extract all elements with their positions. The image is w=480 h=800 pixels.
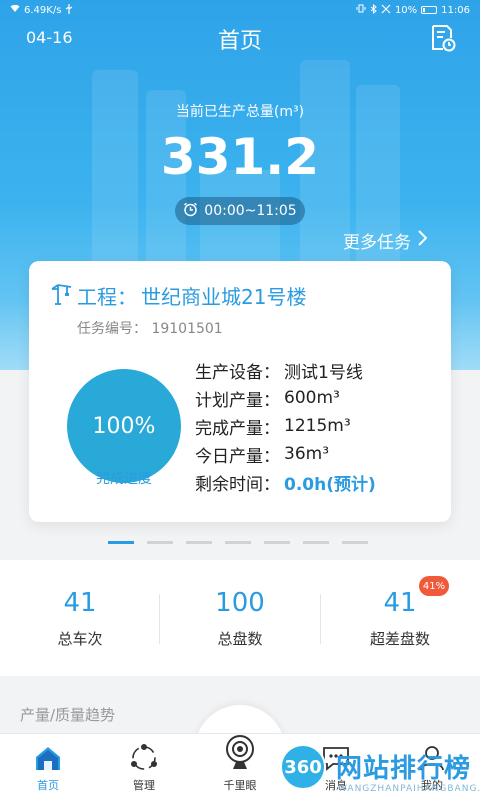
info-label: 生产设备： — [195, 362, 280, 383]
project-label: 工程： — [77, 285, 137, 309]
bluetooth-icon — [370, 3, 377, 17]
network-speed: 6.49K/s — [24, 4, 62, 16]
stat-value: 41 — [383, 588, 417, 618]
tab-label: 千里眼 — [223, 779, 257, 792]
time-range-pill: 00:00~11:05 — [175, 197, 305, 225]
tab-manage[interactable]: 管理 — [96, 734, 192, 800]
page-title: 首页 — [217, 29, 262, 54]
progress-circle: 100% — [67, 369, 181, 483]
trend-section-title: 产量/质量趋势 — [20, 706, 116, 724]
info-row-remaining: 剩余时间： 0.0h(预计) — [195, 468, 376, 496]
info-label: 计划产量： — [195, 390, 280, 411]
tab-label: 管理 — [133, 779, 155, 792]
document-clock-icon[interactable] — [430, 24, 456, 52]
manage-icon — [129, 743, 159, 773]
stat-label: 总盘数 — [217, 630, 263, 648]
chevron-right-icon — [417, 230, 428, 251]
info-row-planned: 计划产量： 600m³ — [195, 384, 376, 412]
stat-total-batches[interactable]: 100 总盘数 — [160, 588, 320, 649]
more-tasks-link[interactable]: 更多任务 — [343, 228, 428, 253]
info-label: 完成产量： — [195, 418, 280, 439]
watermark-badge: 360 — [280, 744, 326, 790]
status-bar: 6.49K/s 10% 11:06 — [0, 0, 480, 20]
production-total-label: 当前已生产总量(m³) — [175, 104, 305, 120]
task-number-value: 19101501 — [151, 321, 223, 337]
info-row-today: 今日产量： 36m³ — [195, 440, 376, 468]
watermark-subtext: WANGZHANPAIHANGBANG.CN — [338, 784, 480, 794]
carousel-indicator[interactable] — [108, 541, 368, 544]
carousel-dot[interactable] — [303, 541, 329, 544]
tab-home[interactable]: 首页 — [0, 734, 96, 800]
task-card[interactable]: 工程： 世纪商业城21号楼 任务编号： 19101501 100% 完成进度 生… — [29, 261, 451, 522]
more-tasks-label: 更多任务 — [343, 233, 411, 253]
info-label: 剩余时间： — [195, 474, 280, 495]
task-info: 生产设备： 测试1号线 计划产量： 600m³ 完成产量： 1215m³ 今日产… — [195, 356, 376, 496]
task-number-label: 任务编号： — [77, 321, 147, 337]
info-value: 600m³ — [284, 388, 340, 408]
progress-label: 完成进度 — [96, 471, 152, 487]
carousel-dot[interactable] — [147, 541, 173, 544]
stat-value: 100 — [215, 588, 265, 618]
watermark-logo: 360 网站排行榜 WANGZHANPAIHANGBANG.CN — [276, 740, 480, 800]
project-name: 世纪商业城21号楼 — [141, 285, 307, 309]
watermark-text: 网站排行榜 — [336, 754, 472, 784]
battery-percent: 10% — [394, 4, 418, 16]
clock-time: 11:06 — [441, 4, 470, 16]
carousel-dot[interactable] — [264, 541, 290, 544]
camera-icon — [222, 733, 258, 773]
carousel-dot[interactable] — [225, 541, 251, 544]
carousel-dot[interactable] — [186, 541, 212, 544]
carousel-dot[interactable] — [342, 541, 368, 544]
signal-off-icon — [381, 4, 391, 17]
info-value: 测试1号线 — [284, 362, 363, 383]
info-row-equipment: 生产设备： 测试1号线 — [195, 356, 376, 384]
project-title: 工程： 世纪商业城21号楼 — [49, 281, 306, 310]
top-bar: 04-16 首页 — [0, 20, 480, 56]
task-number: 任务编号： 19101501 — [77, 318, 223, 338]
progress-value: 100% — [92, 413, 156, 439]
tab-label: 首页 — [37, 779, 59, 792]
production-total-value: 331.2 — [160, 128, 320, 186]
stat-label: 超差盘数 — [369, 630, 430, 648]
vibrate-icon — [356, 4, 366, 16]
time-range: 00:00~11:05 — [204, 203, 297, 219]
carousel-dot[interactable] — [108, 541, 134, 544]
stats-panel: 41 总车次 100 总盘数 41 超差盘数 41% — [0, 560, 480, 676]
stat-value: 41 — [63, 588, 97, 618]
info-row-completed: 完成产量： 1215m³ — [195, 412, 376, 440]
crane-icon — [49, 281, 73, 310]
alarm-clock-icon — [183, 202, 198, 221]
info-value: 1215m³ — [284, 416, 351, 436]
stat-label: 总车次 — [57, 630, 103, 648]
wifi-icon — [10, 4, 20, 16]
info-value: 0.0h(预计) — [284, 474, 376, 495]
battery-icon — [421, 6, 438, 14]
home-icon — [33, 743, 63, 773]
percent-badge: 41% — [419, 576, 449, 596]
usb-icon — [65, 3, 73, 17]
info-label: 今日产量： — [195, 446, 280, 467]
stat-over-tolerance[interactable]: 41 超差盘数 — [320, 588, 480, 649]
tab-camera[interactable]: 千里眼 — [192, 734, 288, 800]
info-value: 36m³ — [284, 444, 330, 464]
stat-total-trips[interactable]: 41 总车次 — [0, 588, 160, 649]
